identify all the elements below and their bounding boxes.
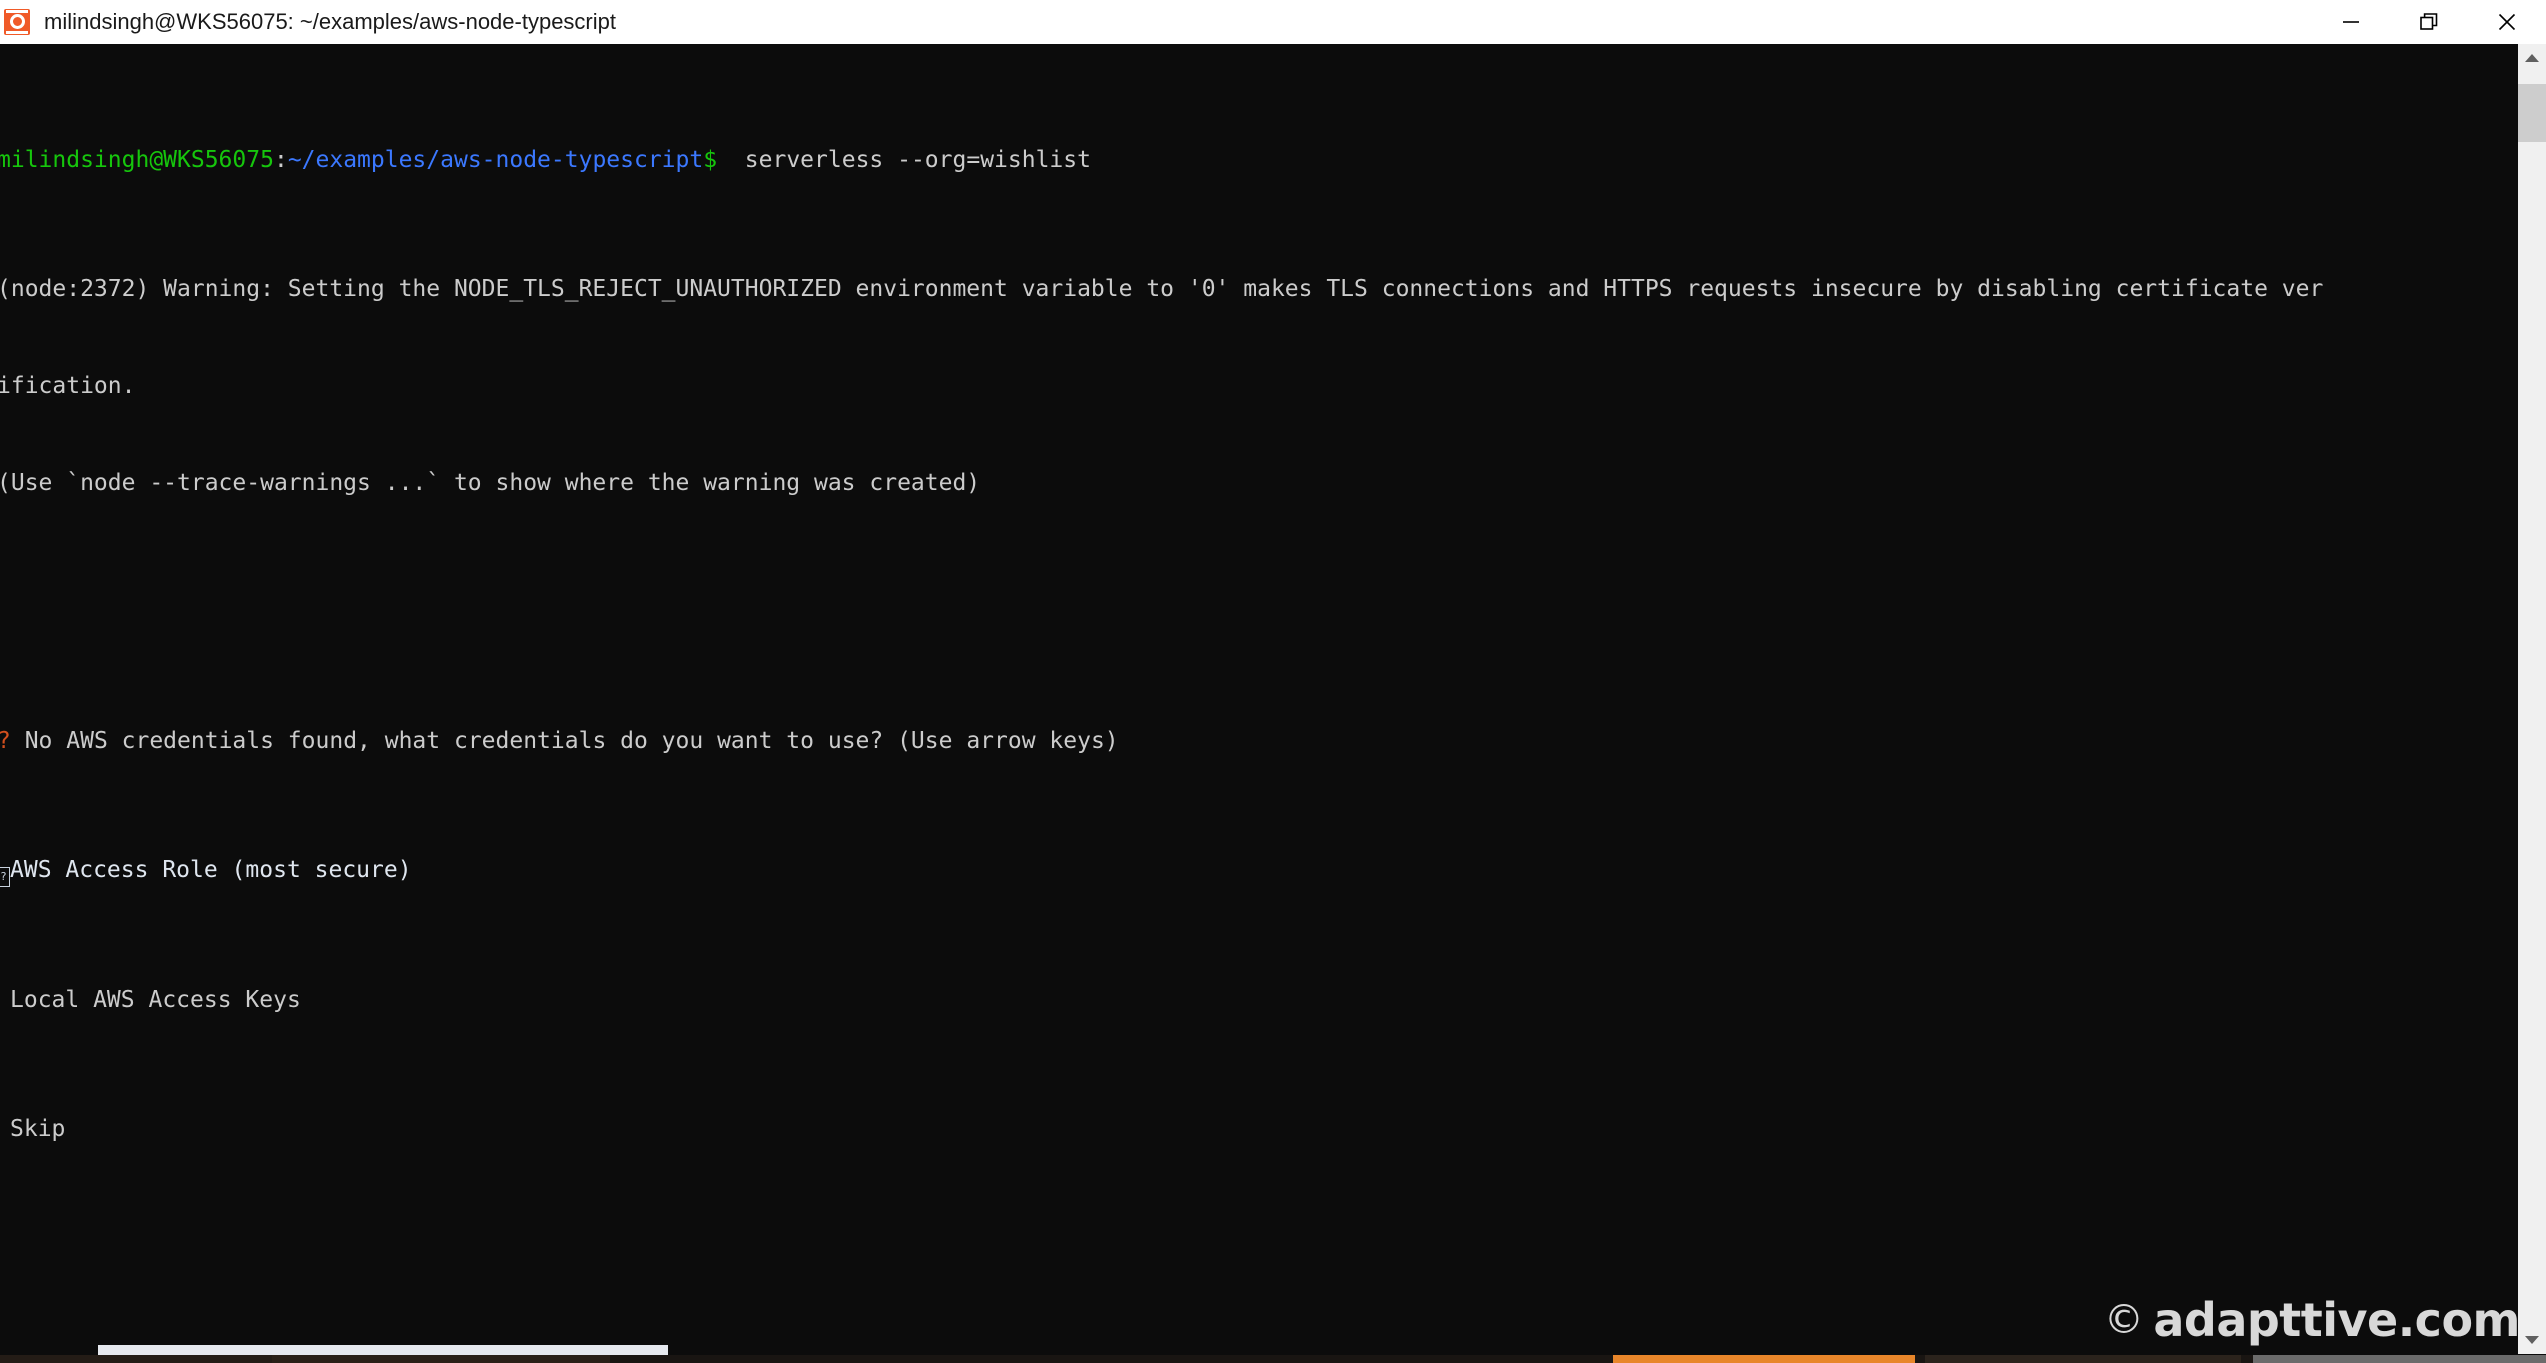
title-bar[interactable]: milindsingh@WKS56075: ~/examples/aws-nod… [0,0,2546,44]
choice-skip[interactable]: ?Skip [0,1113,2323,1145]
taskbar-item[interactable] [272,1355,610,1363]
taskbar-sliver[interactable] [0,1355,2546,1363]
question-marker: ? [0,728,11,754]
vertical-scrollbar[interactable] [2518,44,2546,1354]
choice-local-aws-access-keys[interactable]: ?Local AWS Access Keys [0,984,2323,1016]
terminal-text-buffer: milindsingh@WKS56075:~/examples/aws-node… [0,47,2323,1242]
window-title: milindsingh@WKS56075: ~/examples/aws-nod… [44,8,616,34]
terminal-output-area[interactable]: milindsingh@WKS56075:~/examples/aws-node… [0,44,2546,1363]
restore-button[interactable] [2390,0,2468,44]
choice-label: Skip [10,1115,66,1142]
cmder-terminal-icon [4,8,30,35]
chevron-up-icon [2525,54,2539,62]
choice-label: Local AWS Access Keys [10,986,301,1013]
taskbar-item[interactable] [1925,1355,2241,1363]
watermark: © adapttive.com [2104,1293,2520,1347]
question-text: No AWS credentials found, what credentia… [10,728,1119,755]
prompt-command: serverless --org=wishlist [717,146,1091,173]
output-line-warning: (node:2372) Warning: Setting the NODE_TL… [0,276,2324,303]
terminal-window: milindsingh@WKS56075: ~/examples/aws-nod… [0,0,2546,1363]
window-controls [2312,0,2546,44]
taskbar-item[interactable] [0,1355,272,1363]
output-line-trace-hint: (Use `node --trace-warnings ...` to show… [0,469,981,496]
choice-aws-access-role[interactable]: ? AWS Access Role (most secure) [0,854,2323,888]
watermark-text: adapttive.com [2153,1293,2520,1347]
scroll-up-button[interactable] [2518,44,2546,72]
horizontal-scrollbar-thumb[interactable] [98,1345,668,1355]
taskbar-item[interactable] [2253,1355,2546,1363]
output-line-warning-wrap: ification. [0,372,136,399]
prompt-path: ~/examples/aws-node-typescript [287,146,704,173]
question-line: ? No AWS credentials found, what credent… [0,725,2323,757]
vertical-scrollbar-thumb[interactable] [2518,84,2546,142]
taskbar-item-active[interactable] [1613,1355,1915,1363]
copyright-icon: © [2103,1297,2144,1343]
chevron-down-icon [2525,1336,2539,1344]
close-button[interactable] [2468,0,2546,44]
scroll-down-button[interactable] [2518,1326,2546,1354]
prompt-user-host: milindsingh@WKS56075 [0,146,274,173]
restore-icon [2420,12,2438,30]
prompt-sigil: $ [703,146,718,173]
selection-pointer-tofu-icon: ? [0,867,10,888]
minimize-button[interactable] [2312,0,2390,44]
minimize-icon [2343,20,2359,23]
prompt-line: milindsingh@WKS56075:~/examples/aws-node… [0,144,2323,176]
prompt-separator: : [273,146,288,173]
close-icon [2498,13,2516,30]
choice-label: AWS Access Role (most secure) [10,857,412,884]
